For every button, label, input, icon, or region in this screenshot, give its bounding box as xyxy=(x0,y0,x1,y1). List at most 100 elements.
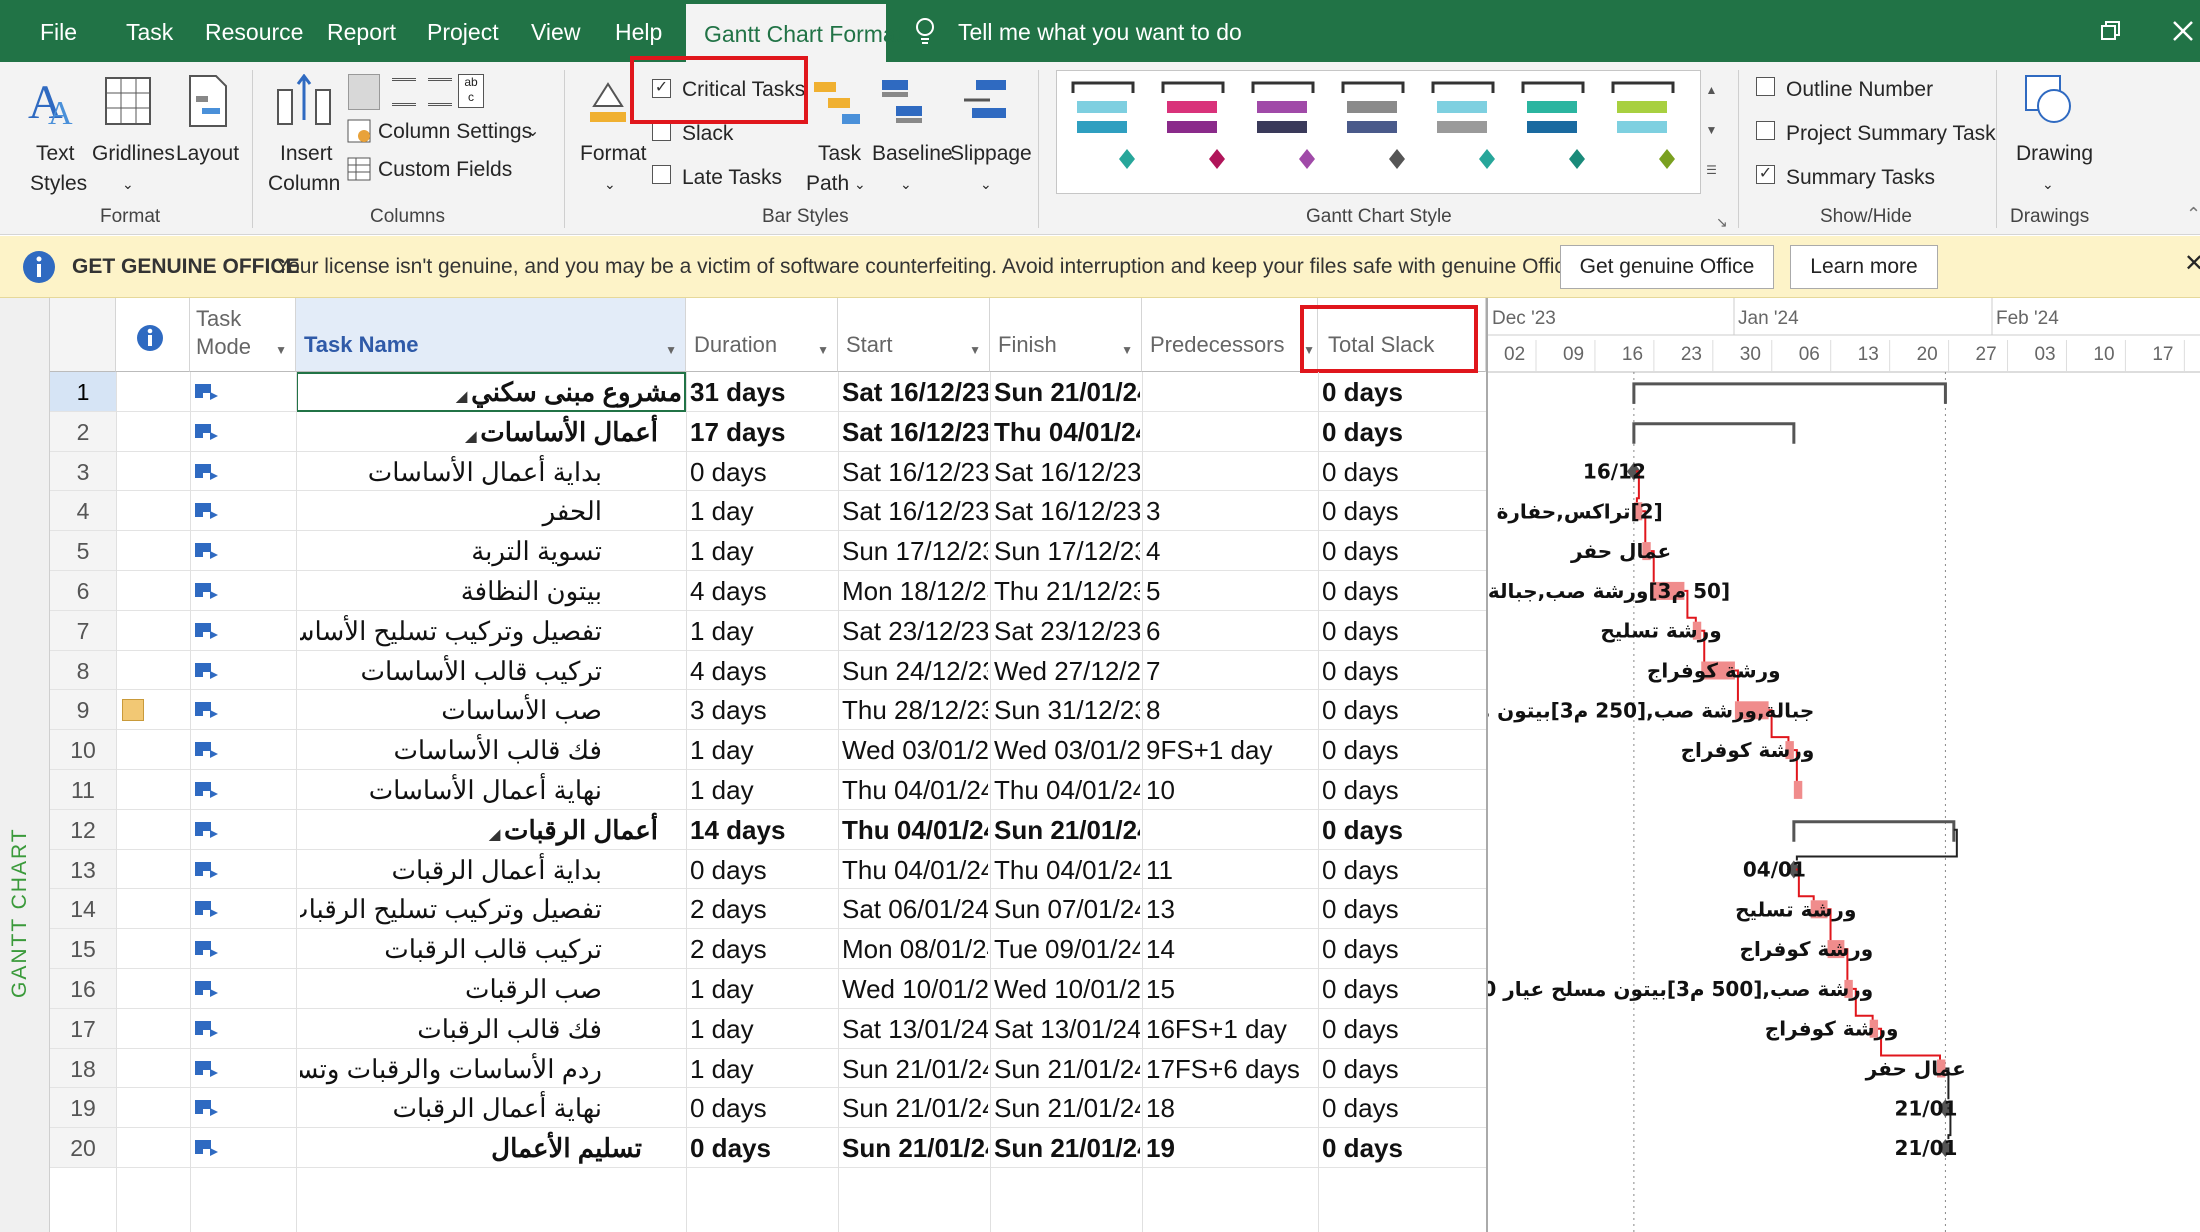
text-styles-label-1[interactable]: Text xyxy=(36,142,75,166)
insert-column-label-2[interactable]: Column xyxy=(268,172,340,196)
row-number[interactable]: 3 xyxy=(50,451,116,491)
finish-cell[interactable]: Sun 07/01/24 xyxy=(994,889,1140,928)
gridlines-label[interactable]: Gridlines xyxy=(92,142,175,166)
task-path-icon[interactable] xyxy=(812,80,864,130)
total-slack-cell[interactable]: 0 days xyxy=(1322,1088,1482,1127)
predecessors-cell[interactable]: 14 xyxy=(1146,929,1316,968)
finish-cell[interactable]: Sat 23/12/23 xyxy=(994,611,1140,650)
get-genuine-office-button[interactable]: Get genuine Office xyxy=(1560,245,1774,289)
row-number[interactable]: 19 xyxy=(50,1088,116,1128)
duration-cell[interactable]: 0 days xyxy=(690,850,836,889)
finish-cell[interactable]: Sun 21/01/24 xyxy=(994,1049,1140,1088)
menu-file[interactable]: File xyxy=(40,0,77,62)
gallery-scroll[interactable]: ▲ ▼ ☰ xyxy=(1700,70,1722,194)
start-cell[interactable]: Sun 17/12/23 xyxy=(842,531,988,570)
finish-cell[interactable]: Wed 27/12/23 xyxy=(994,651,1140,690)
column-settings-icon[interactable] xyxy=(346,118,374,146)
start-cell[interactable]: Sat 23/12/23 xyxy=(842,611,988,650)
predecessors-cell[interactable]: 9FS+1 day xyxy=(1146,730,1316,769)
total-slack-cell[interactable]: 0 days xyxy=(1322,1009,1482,1048)
dropdown-arrow-icon[interactable]: ▼ xyxy=(275,343,287,357)
total-slack-cell[interactable]: 0 days xyxy=(1322,651,1482,690)
row-number[interactable]: 16 xyxy=(50,969,116,1008)
menu-project[interactable]: Project xyxy=(427,0,499,62)
menu-task[interactable]: Task xyxy=(126,0,173,62)
finish-cell[interactable]: Wed 03/01/24 xyxy=(994,730,1140,769)
row-number[interactable]: 17 xyxy=(50,1008,116,1048)
duration-cell[interactable]: 1 day xyxy=(690,531,836,570)
start-cell[interactable]: Sat 16/12/23 xyxy=(842,491,988,530)
total-slack-cell[interactable]: 0 days xyxy=(1322,1049,1482,1088)
start-cell[interactable]: Sat 16/12/23 xyxy=(842,372,988,411)
start-cell[interactable]: Sat 06/01/24 xyxy=(842,889,988,928)
column-settings-dropdown-icon[interactable]: ⌄ xyxy=(526,120,539,144)
predecessors-cell[interactable]: 13 xyxy=(1146,889,1316,928)
task-name-cell[interactable]: الحفر xyxy=(300,491,602,530)
finish-cell[interactable]: Thu 21/12/23 xyxy=(994,571,1140,610)
note-icon[interactable] xyxy=(122,699,144,722)
row-number[interactable]: 11 xyxy=(50,770,116,809)
restore-window-icon[interactable] xyxy=(2100,20,2122,42)
duration-cell[interactable]: 1 day xyxy=(690,491,836,530)
menu-view[interactable]: View xyxy=(531,0,580,62)
duration-cell[interactable]: 1 day xyxy=(690,1049,836,1088)
dialog-launcher-icon[interactable]: ↘ xyxy=(1716,210,1728,234)
row-number[interactable]: 2 xyxy=(50,411,116,451)
task-name-cell[interactable]: تركيب قالب الأساسات xyxy=(300,651,602,690)
learn-more-button[interactable]: Learn more xyxy=(1790,245,1938,289)
task-name-cell[interactable]: نهاية أعمال الرقبات xyxy=(300,1088,602,1127)
task-name-cell[interactable]: تسليم الأعمال xyxy=(300,1128,642,1167)
row-number[interactable]: 5 xyxy=(50,531,116,571)
menu-resource[interactable]: Resource xyxy=(205,0,303,62)
align-right-icon[interactable] xyxy=(428,78,452,106)
task-name-cell[interactable]: فك قالب الأساسات xyxy=(300,730,602,769)
late-tasks-label[interactable]: Late Tasks xyxy=(682,166,782,190)
task-name-header[interactable]: Task Name ▼ xyxy=(296,298,686,372)
start-cell[interactable]: Wed 10/01/24 xyxy=(842,969,988,1008)
row-number[interactable]: 15 xyxy=(50,929,116,969)
finish-cell[interactable]: Wed 10/01/24 xyxy=(994,969,1140,1008)
row-number[interactable]: 13 xyxy=(50,849,116,889)
finish-cell[interactable]: Sun 17/12/23 xyxy=(994,531,1140,570)
finish-cell[interactable]: Sun 31/12/23 xyxy=(994,690,1140,729)
close-infobar-icon[interactable]: ✕ xyxy=(2184,252,2200,276)
task-name-cell[interactable]: ردم الأساسات والرقبات وتسوية التربة xyxy=(300,1049,602,1088)
row-number[interactable]: 8 xyxy=(50,650,116,690)
total-slack-cell[interactable]: 0 days xyxy=(1322,889,1482,928)
total-slack-cell[interactable]: 0 days xyxy=(1322,770,1482,809)
predecessors-cell[interactable]: 15 xyxy=(1146,969,1316,1008)
total-slack-cell[interactable]: 0 days xyxy=(1322,452,1482,491)
finish-cell[interactable]: Sun 21/01/24 xyxy=(994,1088,1140,1127)
duration-cell[interactable]: 4 days xyxy=(690,651,836,690)
duration-cell[interactable]: 2 days xyxy=(690,929,836,968)
start-cell[interactable]: Wed 03/01/24 xyxy=(842,730,988,769)
predecessors-cell[interactable]: 17FS+6 days xyxy=(1146,1049,1316,1088)
predecessors-cell[interactable] xyxy=(1146,810,1316,849)
duration-cell[interactable]: 3 days xyxy=(690,690,836,729)
baseline-dropdown-icon[interactable]: ⌄ xyxy=(900,172,912,196)
summary-tasks-label[interactable]: Summary Tasks xyxy=(1786,166,1935,190)
menu-help[interactable]: Help xyxy=(615,0,662,62)
duration-cell[interactable]: 17 days xyxy=(690,412,836,451)
total-slack-cell[interactable]: 0 days xyxy=(1322,929,1482,968)
total-slack-cell[interactable]: 0 days xyxy=(1322,491,1482,530)
start-cell[interactable]: Sat 16/12/23 xyxy=(842,452,988,491)
text-styles-label-2[interactable]: Styles xyxy=(30,172,87,196)
menu-report[interactable]: Report xyxy=(327,0,396,62)
project-summary-task-checkbox[interactable] xyxy=(1756,121,1775,140)
row-number[interactable]: 18 xyxy=(50,1048,116,1088)
start-cell[interactable]: Sat 16/12/23 xyxy=(842,412,988,451)
critical-task-bar[interactable] xyxy=(1793,780,1803,799)
predecessors-cell[interactable] xyxy=(1146,452,1316,491)
task-name-cell[interactable]: تفصيل وتركيب تسليح الأساسات xyxy=(300,611,602,650)
dropdown-arrow-icon[interactable]: ▼ xyxy=(817,343,829,357)
outline-number-label[interactable]: Outline Number xyxy=(1786,78,1933,102)
start-cell[interactable]: Mon 08/01/24 xyxy=(842,929,988,968)
row-number[interactable]: 12 xyxy=(50,809,116,849)
predecessors-cell[interactable]: 10 xyxy=(1146,770,1316,809)
duration-cell[interactable]: 1 day xyxy=(690,770,836,809)
predecessors-cell[interactable] xyxy=(1146,412,1316,451)
finish-cell[interactable]: Sun 21/01/24 xyxy=(994,810,1140,849)
start-cell[interactable]: Sun 21/01/24 xyxy=(842,1128,988,1167)
task-name-cell[interactable]: فك قالب الرقبات xyxy=(300,1009,602,1048)
